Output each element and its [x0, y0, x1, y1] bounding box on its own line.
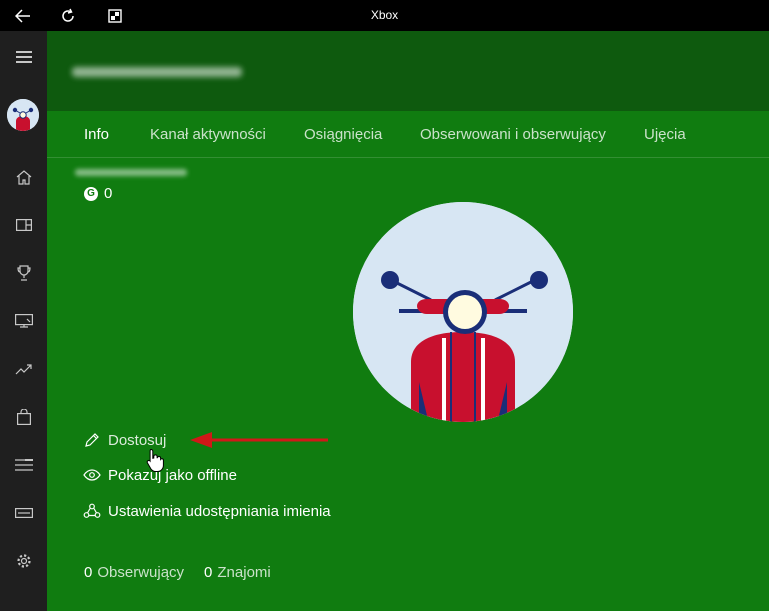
- tab-info[interactable]: Info: [84, 126, 109, 143]
- annotation-arrow-icon: [190, 432, 328, 448]
- pencil-icon: [83, 431, 101, 449]
- gamerscore: G 0: [84, 185, 112, 202]
- sidebar: [0, 31, 47, 611]
- hamburger-menu-icon: [15, 51, 32, 63]
- sidebar-item-trending[interactable]: [0, 349, 47, 389]
- lists-icon: [14, 459, 33, 471]
- profile-avatar: [353, 202, 573, 422]
- connection-icon: [14, 508, 33, 518]
- followers-label: Obserwujący: [97, 564, 185, 581]
- gamerscore-value: 0: [104, 185, 113, 202]
- people-share-icon: [83, 502, 101, 520]
- eye-icon: [83, 466, 101, 484]
- tab-achievements[interactable]: Osiągnięcia: [304, 126, 382, 143]
- customize-button[interactable]: Dostosuj: [83, 431, 166, 449]
- sidebar-item-settings[interactable]: [0, 541, 47, 581]
- game-dvr-icon: [14, 314, 33, 328]
- title-bar: Xbox: [0, 0, 769, 31]
- sidebar-item-lists[interactable]: [0, 445, 47, 485]
- hamburger-menu-button[interactable]: [0, 37, 47, 77]
- friends-count: 0: [204, 564, 213, 581]
- tab-activity-feed[interactable]: Kanał aktywności: [150, 126, 266, 143]
- sidebar-item-game-dvr[interactable]: [0, 301, 47, 341]
- avatar[interactable]: [7, 99, 39, 131]
- social-stats: 0 Obserwujący 0 Znajomi: [84, 564, 291, 581]
- window-title: Xbox: [370, 8, 399, 22]
- sidebar-item-my-games[interactable]: [0, 205, 47, 245]
- scooter-avatar-icon: [7, 99, 39, 131]
- tab-followers[interactable]: Obserwowani i obserwujący: [420, 126, 606, 143]
- customize-label: Dostosuj: [108, 431, 167, 449]
- trending-icon: [15, 364, 32, 375]
- name-sharing-settings-label: Ustawienia udostępniania imienia: [108, 502, 331, 520]
- home-icon: [16, 169, 31, 185]
- gamertag-redacted: [72, 67, 242, 77]
- sidebar-item-store[interactable]: [0, 397, 47, 437]
- tab-captures[interactable]: Ujęcia: [644, 126, 686, 143]
- followers-stat[interactable]: 0 Obserwujący: [84, 564, 184, 581]
- name-sharing-settings-button[interactable]: Ustawienia udostępniania imienia: [83, 502, 331, 520]
- appear-offline-label: Pokazuj jako offline: [108, 466, 237, 484]
- scooter-avatar-icon: [353, 202, 573, 422]
- friends-stat[interactable]: 0 Znajomi: [204, 564, 271, 581]
- gamerscore-icon: G: [84, 186, 98, 201]
- followers-count: 0: [84, 564, 93, 581]
- hand-cursor-icon: [146, 448, 164, 472]
- settings-gear-icon: [16, 554, 31, 568]
- store-bag-icon: [16, 409, 31, 425]
- profile-tabs: Info Kanał aktywności Osiągnięcia Obserw…: [47, 111, 769, 158]
- sidebar-item-connection[interactable]: [0, 493, 47, 533]
- my-games-icon: [15, 219, 32, 231]
- real-name-redacted: [75, 169, 187, 176]
- profile-header: [47, 31, 769, 111]
- sidebar-item-achievements[interactable]: [0, 253, 47, 293]
- friends-label: Znajomi: [217, 564, 271, 581]
- sidebar-item-home[interactable]: [0, 157, 47, 197]
- achievements-trophy-icon: [16, 265, 31, 281]
